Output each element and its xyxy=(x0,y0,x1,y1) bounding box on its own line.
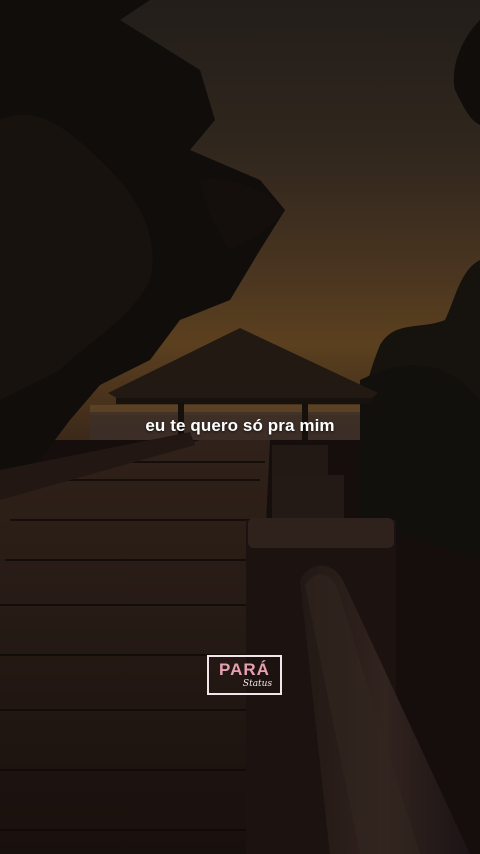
video-frame[interactable]: eu te quero só pra mim PARÁ Status xyxy=(0,0,480,854)
para-status-watermark-logo: PARÁ Status xyxy=(207,655,282,695)
logo-main-text: PARÁ xyxy=(219,660,270,679)
logo-sub-text: Status xyxy=(242,679,273,689)
lyric-caption: eu te quero só pra mim xyxy=(145,416,335,435)
